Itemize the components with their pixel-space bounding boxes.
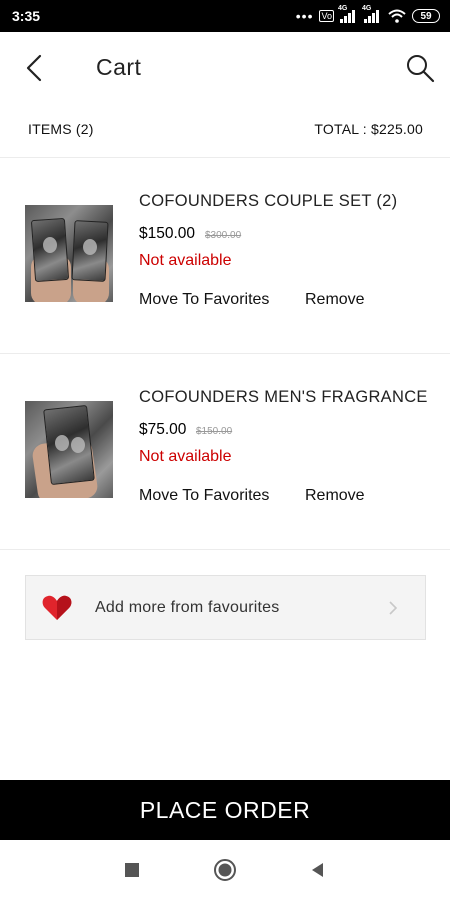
favourites-label: Add more from favourites bbox=[95, 599, 280, 616]
signal2-tag: 4G bbox=[362, 5, 372, 12]
product-original-price: $300.00 bbox=[205, 230, 242, 241]
cart-item: COFOUNDERS COUPLE SET (2) $150.00 $300.0… bbox=[0, 158, 450, 354]
items-count: ITEMS (2) bbox=[28, 121, 94, 137]
product-name[interactable]: COFOUNDERS COUPLE SET (2) bbox=[139, 192, 397, 211]
cart-total: TOTAL : $225.00 bbox=[314, 121, 423, 137]
system-nav-bar bbox=[0, 840, 450, 900]
notification-dots: ••• bbox=[295, 8, 314, 24]
wifi-icon bbox=[388, 9, 406, 23]
product-name[interactable]: COFOUNDERS MEN'S FRAGRANCE bbox=[139, 388, 428, 407]
search-button[interactable] bbox=[404, 52, 436, 84]
volte-icon: Vo bbox=[319, 10, 334, 22]
signal1-tag: 4G bbox=[338, 5, 348, 12]
product-image[interactable] bbox=[25, 401, 113, 498]
status-icons: ••• Vo 4G 4G 59 bbox=[295, 5, 440, 25]
add-from-favourites-button[interactable]: Add more from favourites bbox=[25, 575, 426, 640]
product-price: $75.00 bbox=[139, 421, 187, 438]
back-arrow-icon bbox=[26, 54, 42, 82]
move-to-favorites-button[interactable]: Move To Favorites bbox=[139, 487, 269, 505]
page-title: Cart bbox=[96, 54, 142, 80]
cart-summary: ITEMS (2) TOTAL : $225.00 bbox=[0, 104, 450, 158]
availability-status: Not available bbox=[139, 448, 232, 465]
remove-button[interactable]: Remove bbox=[305, 487, 365, 505]
product-price: $150.00 bbox=[139, 225, 196, 242]
battery-icon: 59 bbox=[412, 9, 440, 23]
availability-status: Not available bbox=[139, 252, 232, 269]
status-time: 3:35 bbox=[12, 8, 41, 24]
cart-item: COFOUNDERS MEN'S FRAGRANCE $75.00 $150.0… bbox=[0, 354, 450, 550]
status-bar: 3:35 ••• Vo 4G 4G 59 bbox=[0, 0, 450, 32]
recents-icon[interactable] bbox=[122, 860, 142, 880]
signal-icon-sim2: 4G bbox=[362, 5, 382, 23]
app-header: Cart bbox=[0, 32, 450, 104]
search-icon bbox=[407, 55, 435, 83]
place-order-button[interactable]: PLACE ORDER bbox=[0, 780, 450, 840]
heart-icon bbox=[42, 595, 72, 620]
home-icon[interactable] bbox=[213, 858, 237, 882]
product-image[interactable] bbox=[25, 205, 113, 302]
signal-icon-sim1: 4G bbox=[338, 5, 358, 23]
remove-button[interactable]: Remove bbox=[305, 291, 365, 309]
chevron-right-icon bbox=[389, 601, 398, 615]
back-nav-icon[interactable] bbox=[308, 860, 328, 880]
move-to-favorites-button[interactable]: Move To Favorites bbox=[139, 291, 269, 309]
product-original-price: $150.00 bbox=[196, 426, 233, 437]
back-button[interactable] bbox=[22, 52, 52, 84]
